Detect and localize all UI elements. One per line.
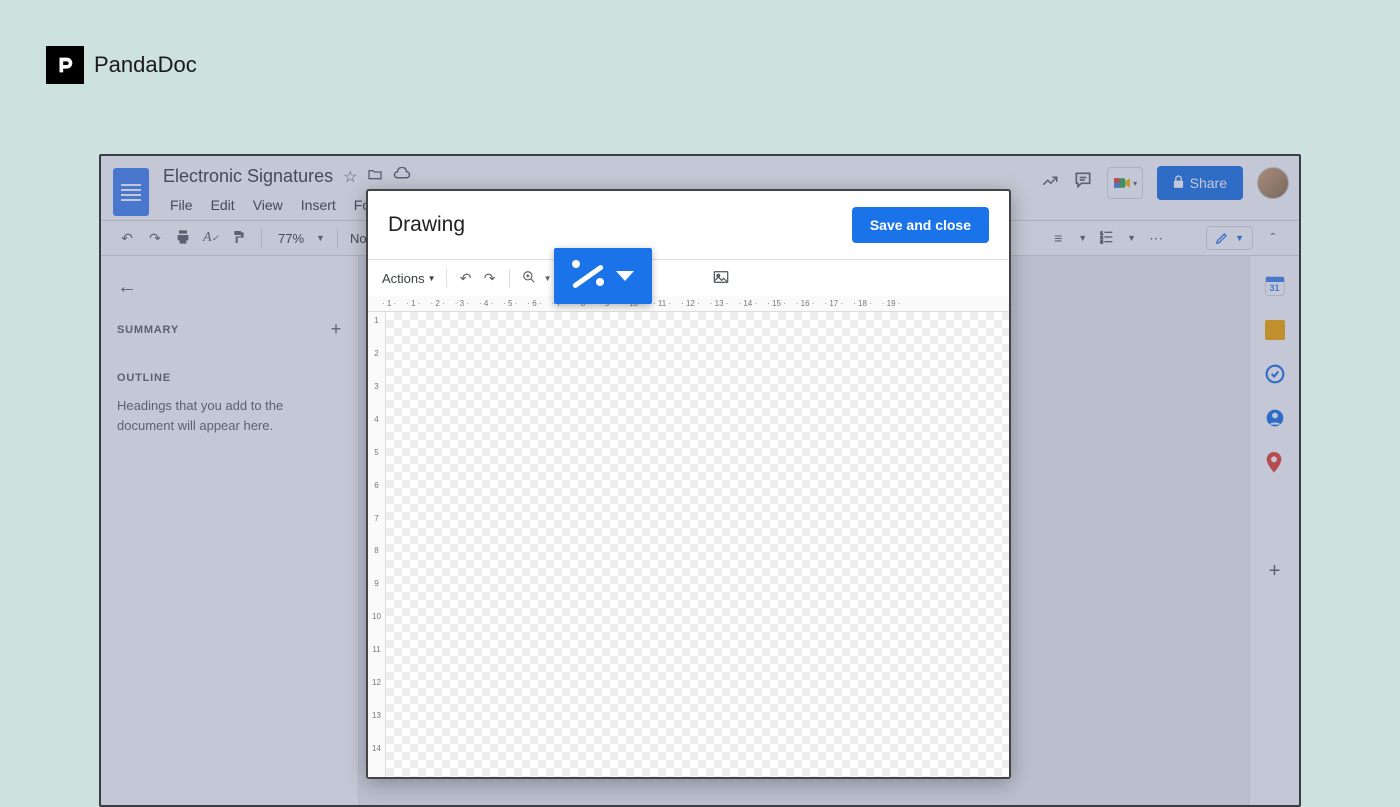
editing-mode-button[interactable]: ▼ xyxy=(1206,226,1253,250)
menu-insert[interactable]: Insert xyxy=(294,193,343,217)
document-title[interactable]: Electronic Signatures xyxy=(163,166,333,187)
side-panel: 31 + xyxy=(1249,256,1299,805)
pandadoc-logo-icon xyxy=(46,46,84,84)
add-side-panel-icon[interactable]: + xyxy=(1269,560,1281,583)
print-icon[interactable] xyxy=(173,229,193,248)
calendar-icon[interactable]: 31 xyxy=(1265,276,1285,296)
contacts-icon[interactable] xyxy=(1265,408,1285,428)
align-icon[interactable]: ≡ xyxy=(1048,230,1068,246)
redo-icon[interactable]: ↷ xyxy=(145,230,165,247)
summary-heading: SUMMARY xyxy=(117,324,179,336)
undo-icon[interactable]: ↶ xyxy=(117,230,137,247)
collapse-sidebar-icon[interactable]: ← xyxy=(117,276,342,299)
horizontal-ruler: · 1 ·· 1 ·· 2 ·· 3 ·· 4 ·· 5 ·· 6 ·· 7 ·… xyxy=(368,296,1009,312)
paint-format-icon[interactable] xyxy=(229,229,249,248)
pandadoc-brand-text: PandaDoc xyxy=(94,52,197,78)
menu-view[interactable]: View xyxy=(246,193,290,217)
drawing-canvas[interactable] xyxy=(386,312,1009,777)
cloud-status-icon[interactable] xyxy=(393,167,411,186)
star-icon[interactable]: ☆ xyxy=(343,167,357,187)
outline-hint: Headings that you add to the document wi… xyxy=(117,396,342,435)
outline-heading: OUTLINE xyxy=(117,372,171,384)
numbered-list-icon[interactable]: 123 xyxy=(1097,229,1117,248)
zoom-level[interactable]: 77% xyxy=(274,231,308,246)
outline-sidebar: ← SUMMARY + OUTLINE Headings that you ad… xyxy=(101,256,359,805)
chevron-down-icon xyxy=(616,271,634,281)
share-button[interactable]: Share xyxy=(1157,166,1243,200)
move-folder-icon[interactable] xyxy=(367,166,383,187)
redo-icon[interactable]: ↷ xyxy=(481,270,499,287)
image-tool-icon[interactable] xyxy=(712,270,730,287)
more-icon[interactable]: ⋯ xyxy=(1146,230,1166,247)
menu-edit[interactable]: Edit xyxy=(204,193,242,217)
comments-icon[interactable] xyxy=(1073,170,1093,196)
lock-icon xyxy=(1173,175,1184,191)
drawing-title: Drawing xyxy=(388,213,465,237)
save-and-close-button[interactable]: Save and close xyxy=(852,207,989,243)
user-avatar[interactable] xyxy=(1257,167,1289,199)
pandadoc-brand: PandaDoc xyxy=(46,46,197,84)
drawing-dialog: Drawing Save and close Actions ▼ ↶ ↷ ▼ xyxy=(366,189,1011,779)
line-tool-highlighted[interactable] xyxy=(554,248,652,304)
drawing-toolbar: Actions ▼ ↶ ↷ ▼ xyxy=(368,260,1009,296)
actions-menu[interactable]: Actions ▼ xyxy=(382,271,436,286)
share-label: Share xyxy=(1190,175,1227,191)
vertical-ruler: 1234567891011121314 xyxy=(368,312,386,777)
spellcheck-icon[interactable]: A✓ xyxy=(201,230,221,246)
google-docs-window: Electronic Signatures ☆ File Edit View I… xyxy=(99,154,1301,807)
undo-icon[interactable]: ↶ xyxy=(457,270,475,287)
keep-icon[interactable] xyxy=(1265,320,1285,340)
svg-text:3: 3 xyxy=(1100,239,1103,244)
collapse-icon[interactable]: ˆ xyxy=(1263,230,1283,246)
line-icon xyxy=(572,260,604,292)
google-docs-icon[interactable] xyxy=(113,168,149,216)
zoom-tool-icon[interactable] xyxy=(520,270,538,287)
activity-icon[interactable] xyxy=(1041,172,1059,195)
maps-icon[interactable] xyxy=(1265,452,1285,472)
add-summary-icon[interactable]: + xyxy=(331,319,342,340)
menu-file[interactable]: File xyxy=(163,193,200,217)
tasks-icon[interactable] xyxy=(1265,364,1285,384)
meet-button[interactable]: ▾ xyxy=(1107,167,1143,199)
